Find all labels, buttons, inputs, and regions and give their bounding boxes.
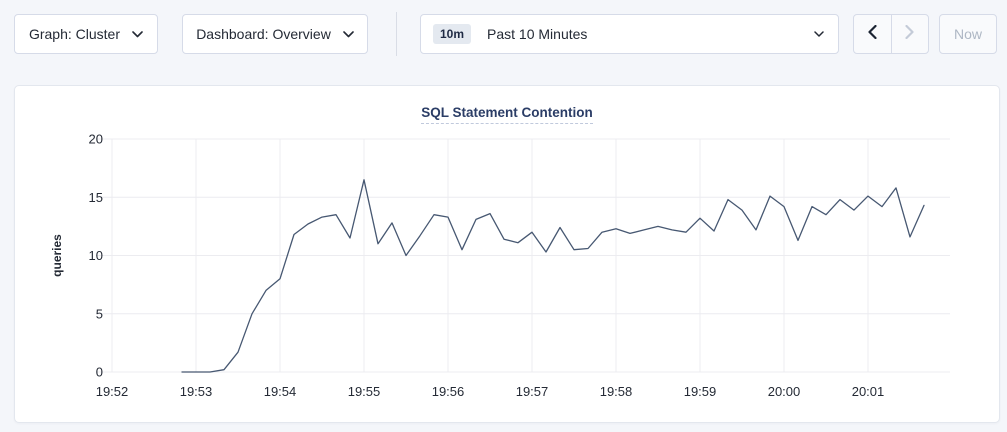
now-button-label: Now	[954, 26, 982, 42]
svg-text:10: 10	[89, 248, 103, 263]
chevron-left-icon	[868, 25, 877, 44]
toolbar-divider	[396, 12, 397, 56]
svg-text:20:00: 20:00	[768, 384, 801, 399]
dashboard-dropdown[interactable]: Dashboard: Overview	[182, 14, 368, 54]
svg-text:0: 0	[96, 365, 103, 380]
svg-text:5: 5	[96, 306, 103, 321]
svg-text:19:55: 19:55	[348, 384, 381, 399]
svg-text:20:01: 20:01	[852, 384, 885, 399]
previous-time-window-button[interactable]	[854, 15, 891, 53]
chevron-down-icon	[132, 31, 143, 38]
svg-text:19:58: 19:58	[600, 384, 633, 399]
chart-card: SQL Statement Contention 0510152019:5219…	[14, 85, 1000, 423]
svg-text:19:59: 19:59	[684, 384, 717, 399]
chevron-right-icon	[905, 25, 914, 44]
next-time-window-button[interactable]	[891, 15, 929, 53]
svg-text:20: 20	[89, 132, 103, 147]
svg-text:queries: queries	[50, 234, 64, 277]
svg-text:19:56: 19:56	[432, 384, 465, 399]
time-window-arrows	[853, 14, 929, 54]
svg-text:19:53: 19:53	[180, 384, 213, 399]
graph-scope-dropdown-label: Graph: Cluster	[29, 26, 120, 42]
svg-text:19:57: 19:57	[516, 384, 549, 399]
now-button[interactable]: Now	[939, 14, 997, 54]
svg-text:15: 15	[89, 190, 103, 205]
time-range-badge: 10m	[433, 24, 471, 44]
chevron-down-icon	[343, 31, 354, 38]
time-range-dropdown[interactable]: 10m Past 10 Minutes	[420, 14, 839, 54]
metrics-toolbar: Graph: Cluster Dashboard: Overview 10m P…	[0, 0, 1007, 70]
svg-text:19:52: 19:52	[96, 384, 129, 399]
svg-text:19:54: 19:54	[264, 384, 297, 399]
graph-scope-dropdown[interactable]: Graph: Cluster	[14, 14, 158, 54]
time-range-label: Past 10 Minutes	[487, 26, 587, 42]
dashboard-dropdown-label: Dashboard: Overview	[196, 26, 331, 42]
sql-contention-line-chart[interactable]: 0 5 10 15 20 19:52 19:53 19:54 19:55 19:56 19:57 19…	[15, 86, 1001, 424]
chevron-down-icon	[814, 31, 824, 37]
